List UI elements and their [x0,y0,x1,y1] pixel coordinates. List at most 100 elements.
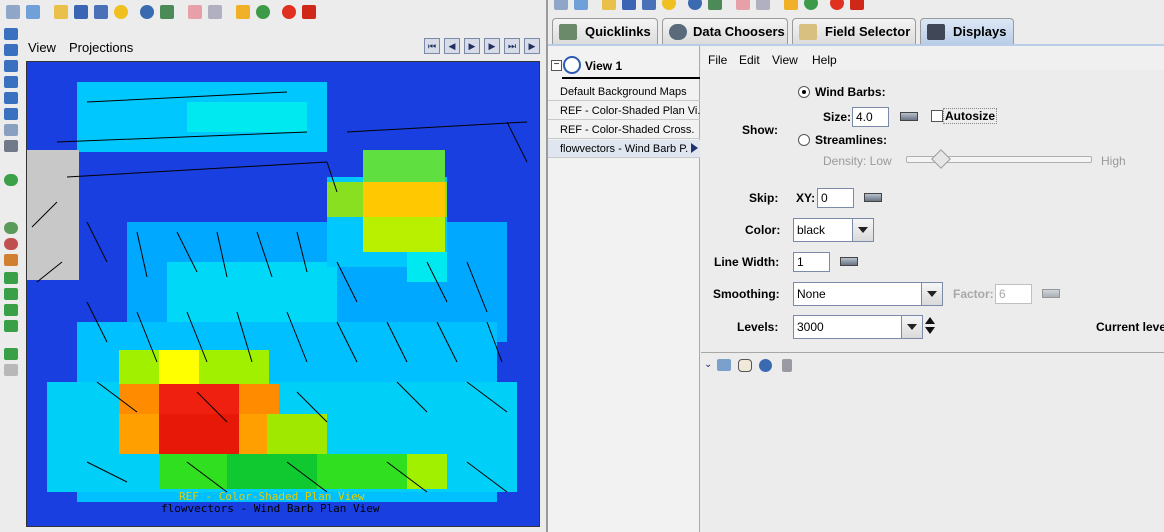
skip-field[interactable]: 0 [817,188,854,208]
layer-ref-cross-section[interactable]: REF - Color-Shaded Cross. [548,121,700,139]
color-select-value: black [797,223,826,237]
view-cube-icon[interactable] [4,28,18,40]
view-cube-icon[interactable] [4,92,18,104]
back-forward-icon[interactable] [6,5,20,19]
tab-field-selector[interactable]: Field Selector [792,18,916,44]
chevron-down-icon[interactable] [901,316,922,338]
close-icon[interactable] [302,5,316,19]
globe-icon[interactable] [804,0,818,10]
density-high-label: High [1101,154,1126,168]
pan-left-icon[interactable] [4,272,18,284]
frame-icon[interactable] [4,124,18,136]
autosize-focus-rect [943,108,997,124]
view-cube-icon[interactable] [4,60,18,72]
projections-menu[interactable]: Projections [69,40,133,55]
open-folder-icon[interactable] [602,0,616,10]
layer-ref-plan-view[interactable]: REF - Color-Shaded Plan Vi. [548,102,700,120]
first-frame-icon[interactable]: ⏮ [424,38,440,54]
menu-view[interactable]: View [772,53,798,67]
save-all-icon[interactable] [94,5,108,19]
tab-quicklinks[interactable]: Quicklinks [552,18,658,44]
new-view-icon[interactable] [717,359,731,371]
favorites-star-icon[interactable] [662,0,676,10]
home-icon[interactable] [4,254,18,266]
hand-icon[interactable] [738,359,752,372]
level-up-icon[interactable] [925,317,935,324]
smoothing-select[interactable]: None [793,282,943,306]
layer-default-background-maps[interactable]: Default Background Maps [548,83,700,101]
scissors-icon[interactable] [208,5,222,19]
autosize-checkbox[interactable] [931,110,943,122]
view-cube-icon[interactable] [4,76,18,88]
stop-icon[interactable] [830,0,844,10]
trash-icon[interactable] [782,359,792,372]
field-cell [363,182,445,217]
new-window-icon[interactable] [26,5,40,19]
density-slider[interactable] [906,149,1092,169]
animation-settings-icon[interactable]: ▶ [524,38,540,54]
view-cube-icon[interactable] [4,108,18,120]
factor-slider-icon[interactable] [1042,289,1060,298]
step-forward-icon[interactable]: ▶ [484,38,500,54]
collapse-toggle-icon[interactable]: − [551,60,562,71]
pencil-icon[interactable] [784,0,798,10]
last-frame-icon[interactable]: ⏭ [504,38,520,54]
tab-data-choosers[interactable]: Data Choosers [662,18,788,44]
displays-icon [927,23,945,40]
chevron-down-icon[interactable] [852,219,873,241]
tab-displays[interactable]: Displays [920,18,1014,44]
play-icon[interactable]: ▶ [464,38,480,54]
pan-right-icon[interactable] [4,288,18,300]
eraser-icon[interactable] [736,0,750,10]
save-all-icon[interactable] [642,0,656,10]
save-icon[interactable] [74,5,88,19]
stop-icon[interactable] [282,5,296,19]
size-field[interactable]: 4.0 [852,107,889,127]
view-cube-icon[interactable] [4,44,18,56]
map-view[interactable]: REF - Color-Shaded Plan View flowvectors… [26,61,540,527]
help-icon[interactable] [688,0,702,10]
save-icon[interactable] [622,0,636,10]
zoom-in-icon[interactable] [4,222,18,234]
color-select[interactable]: black [793,218,874,242]
undo-icon[interactable] [4,348,18,360]
levels-select[interactable]: 3000 [793,315,923,339]
globe-icon[interactable] [256,5,270,19]
skip-slider-icon[interactable] [864,193,882,202]
chevron-down-icon[interactable]: ⌄ [704,359,712,370]
new-window-icon[interactable] [574,0,588,10]
wind-barbs-radio[interactable] [798,86,810,98]
layer-flowvectors[interactable]: flowvectors - Wind Barb P. [548,140,700,158]
back-forward-icon[interactable] [554,0,568,10]
pencil-icon[interactable] [236,5,250,19]
help-icon[interactable] [140,5,154,19]
rotate-icon[interactable] [4,140,18,152]
size-slider-icon[interactable] [900,112,918,121]
step-back-icon[interactable]: ◀ [444,38,460,54]
line-width-slider-icon[interactable] [840,257,858,266]
info-icon[interactable] [759,359,772,372]
scissors-icon[interactable] [756,0,770,10]
view-menu[interactable]: View [28,40,56,55]
levels-select-value: 3000 [797,320,824,334]
redo-icon[interactable] [4,364,18,376]
open-folder-icon[interactable] [54,5,68,19]
menu-help[interactable]: Help [812,53,837,67]
capture-icon[interactable] [708,0,722,10]
pan-up-icon[interactable] [4,304,18,316]
chevron-down-icon[interactable] [921,283,942,305]
view-1-node[interactable]: View 1 [585,59,622,73]
level-down-icon[interactable] [925,327,935,334]
capture-icon[interactable] [160,5,174,19]
eraser-icon[interactable] [188,5,202,19]
zoom-out-icon[interactable] [4,238,18,250]
close-icon[interactable] [850,0,864,10]
streamlines-radio[interactable] [798,134,810,146]
favorites-star-icon[interactable] [114,5,128,19]
menu-edit[interactable]: Edit [739,53,760,67]
pan-down-icon[interactable] [4,320,18,332]
menu-file[interactable]: File [708,53,727,67]
line-width-field[interactable]: 1 [793,252,830,272]
factor-field[interactable]: 6 [995,284,1032,304]
refresh-icon[interactable] [4,174,18,186]
